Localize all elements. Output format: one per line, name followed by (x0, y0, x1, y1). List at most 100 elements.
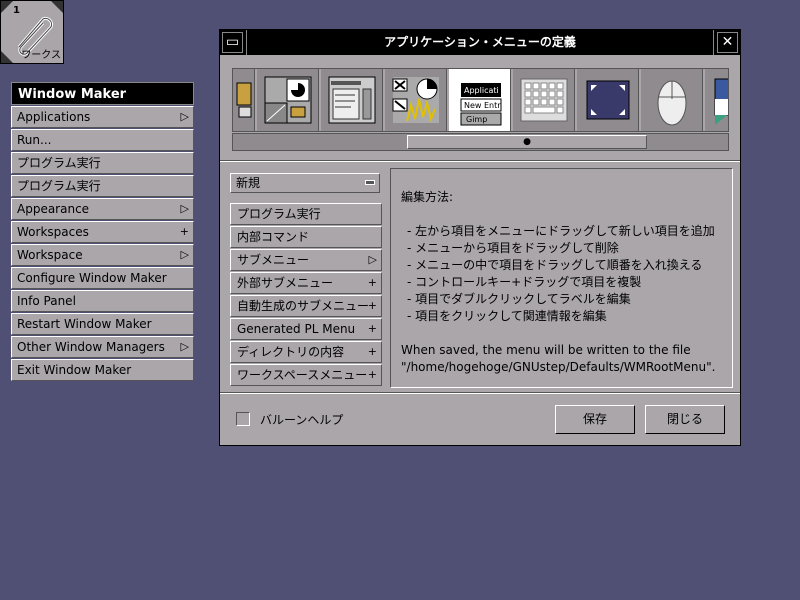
root-menu-item[interactable]: Configure Window Maker (11, 267, 194, 289)
save-button[interactable]: 保存 (555, 405, 635, 434)
palette-item[interactable]: Generated PL Menu + (230, 318, 382, 340)
palette-item-label: ワークスペースメニュー (237, 368, 368, 382)
instruction-line: - メニューの中で項目をドラッグして順番を入れ換える (407, 258, 703, 272)
saved-note-line1: When saved, the menu will be written to … (401, 343, 691, 357)
root-menu-item[interactable]: Applications ▷ (11, 106, 194, 128)
palette-item[interactable]: ワークスペースメニュー + (230, 364, 382, 386)
submenu-indicator-icon: ▷ (180, 248, 189, 261)
new-item-popup-label: 新規 (236, 176, 261, 190)
palette-item-mark-icon: + (367, 368, 377, 381)
palette-item-label: 内部コマンド (237, 230, 310, 244)
root-menu-item-label: Applications (17, 110, 91, 124)
icon-submenu-selected[interactable]: Applicati New Entr Gimp (449, 69, 511, 131)
icon-internal-command[interactable] (257, 69, 319, 131)
icon-workspace-menu[interactable] (577, 69, 639, 131)
keyboard-icon (520, 78, 568, 122)
palette-item-label: サブメニュー (237, 253, 310, 267)
root-menu-item[interactable]: Other Window Managers ▷ (11, 336, 194, 358)
root-menu-item[interactable]: Exit Window Maker (11, 359, 194, 381)
minimize-button[interactable]: ▭ (222, 32, 243, 53)
submenu-icon: Applicati New Entr Gimp (460, 83, 502, 126)
separator-bottom (220, 392, 740, 394)
dialog-titlebar[interactable]: ▭ アプリケーション・メニューの定義 ✕ (220, 30, 740, 55)
balloon-help-label: バルーンヘルプ (260, 413, 344, 427)
icon-keyboard[interactable] (513, 69, 575, 131)
root-menu-item-label: Configure Window Maker (17, 271, 167, 285)
minimize-icon: ▭ (225, 34, 240, 50)
palette-item-mark-icon: + (367, 276, 377, 289)
palette-item-label: 自動生成のサブメニュー (237, 299, 370, 313)
terminal-icon (328, 76, 376, 124)
palette-item[interactable]: 内部コマンド (230, 226, 382, 248)
icon-strip-scrollbar[interactable]: ● (232, 133, 729, 151)
instruction-line: - コントロールキー+ドラッグで項目を複製 (407, 275, 642, 289)
workspace-number: 1 (13, 5, 20, 16)
root-menu-item[interactable]: プログラム実行 (11, 175, 194, 197)
icon-mouse[interactable] (641, 69, 703, 131)
palette-item[interactable]: プログラム実行 (230, 203, 382, 225)
palette-item-mark-icon: + (367, 299, 377, 312)
close-icon: ✕ (721, 34, 734, 50)
root-menu-item[interactable]: Info Panel (11, 290, 194, 312)
root-menu: Window Maker Applications ▷ Run... プログラム実行プ… (11, 82, 194, 381)
palette-item-label: ディレクトリの内容 (237, 345, 345, 359)
submenu-indicator-icon: ▷ (180, 340, 189, 353)
instructions-panel: 編集方法: - 左から項目をメニューにドラッグして新しい項目を追加 - メニューか… (390, 168, 733, 388)
root-menu-item-label: プログラム実行 (17, 156, 101, 170)
root-menu-item[interactable]: Workspace ▷ (11, 244, 194, 266)
icon-text-1: Applicati (464, 86, 499, 95)
instruction-line: - 項目でダブルクリックしてラベルを編集 (407, 292, 631, 306)
item-palette[interactable]: プログラム実行 内部コマンド サブメニュー ▷ 外部サブメニュー + 自動生成のサブメニュー… (230, 203, 382, 423)
instruction-line: - メニューから項目をドラッグして削除 (407, 241, 619, 255)
instruction-line: - 項目をクリックして関連情報を編集 (407, 309, 607, 323)
palette-item-label: Generated PL Menu (237, 322, 356, 336)
close-button[interactable]: 閉じる (645, 405, 725, 434)
root-menu-item-label: Other Window Managers (17, 340, 165, 354)
instruction-line: - 左から項目をメニューにドラッグして新しい項目を追加 (407, 224, 715, 238)
folder-icon (236, 82, 252, 118)
balloon-help-checkbox[interactable] (236, 412, 250, 426)
icon-text-2: New Entr (464, 101, 501, 110)
palette-item-mark-icon: ▷ (368, 253, 377, 266)
wm-command-icon (264, 76, 312, 124)
palette-item-label: プログラム実行 (237, 207, 321, 221)
submenu-indicator-icon: ▷ (180, 110, 189, 123)
workspace-clip[interactable]: 1 ワークス (0, 0, 64, 64)
root-menu-item[interactable]: Workspaces + (11, 221, 194, 243)
workspace-icon (586, 80, 630, 120)
root-menu-item-label: Info Panel (17, 294, 76, 308)
root-menu-item[interactable]: Restart Window Maker (11, 313, 194, 335)
root-menu-item-label: プログラム実行 (17, 179, 101, 193)
root-menu-item-label: Exit Window Maker (17, 363, 132, 377)
new-item-popup[interactable]: 新規 (230, 173, 380, 193)
palette-item[interactable]: 外部サブメニュー + (230, 272, 382, 294)
root-menu-item-label: Restart Window Maker (17, 317, 152, 331)
external-menu-icon (392, 77, 439, 123)
workspace-name: ワークス (21, 50, 61, 61)
palette-item[interactable]: ディレクトリの内容 + (230, 341, 382, 363)
menu-type-icon-strip[interactable]: Applicati New Entr Gimp (232, 68, 729, 132)
partial-icon (714, 78, 728, 125)
root-menu-title[interactable]: Window Maker (11, 82, 194, 105)
dialog-title: アプリケーション・メニューの定義 (246, 30, 714, 55)
root-menu-item-label: Workspaces (17, 225, 89, 239)
icon-partial-right[interactable] (705, 69, 728, 131)
popup-indicator-icon (365, 180, 375, 185)
separator-top (220, 160, 740, 162)
icon-external-menu[interactable] (385, 69, 447, 131)
close-window-button[interactable]: ✕ (717, 32, 738, 53)
mouse-icon (657, 80, 687, 126)
submenu-indicator-icon: ▷ (180, 202, 189, 215)
root-menu-item-label: Workspace (17, 248, 83, 262)
scrollbar-knob[interactable]: ● (407, 135, 647, 149)
root-menu-item[interactable]: プログラム実行 (11, 152, 194, 174)
palette-item[interactable]: サブメニュー ▷ (230, 249, 382, 271)
root-menu-item-label: Appearance (17, 202, 90, 216)
root-menu-item-label: Run... (17, 133, 52, 147)
icon-folder-partial[interactable] (233, 69, 255, 131)
palette-item[interactable]: 自動生成のサブメニュー + (230, 295, 382, 317)
icon-text-3: Gimp (466, 115, 487, 124)
root-menu-item[interactable]: Run... (11, 129, 194, 151)
icon-program-exec[interactable] (321, 69, 383, 131)
root-menu-item[interactable]: Appearance ▷ (11, 198, 194, 220)
